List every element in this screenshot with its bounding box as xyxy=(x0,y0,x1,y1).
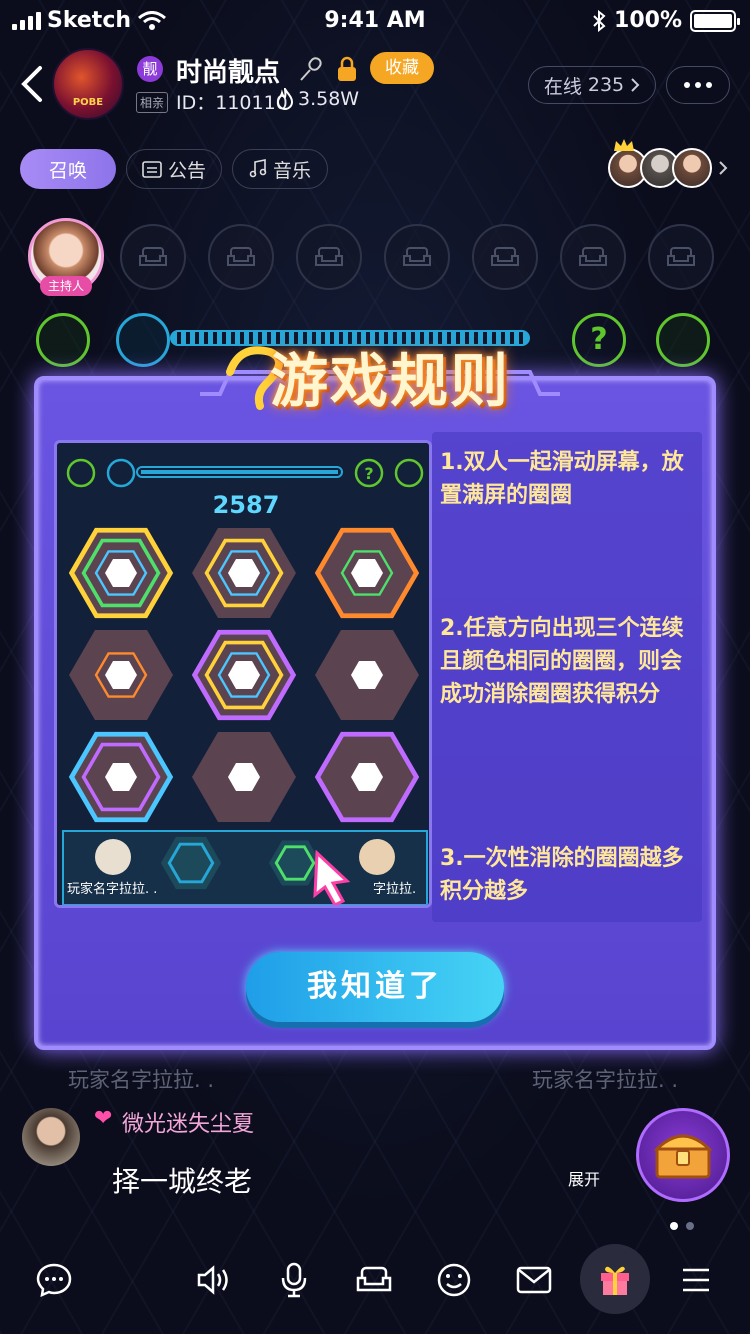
room-avatar[interactable]: POBE xyxy=(52,48,124,120)
speaker-icon[interactable] xyxy=(186,1252,242,1308)
seat-sofa-icon[interactable] xyxy=(346,1252,402,1308)
rule-2: 2.任意方向出现三个连续且颜色相同的圈圈，则会成功消除圈圈获得积分 xyxy=(440,616,684,707)
room-title: 时尚靓点 xyxy=(176,58,281,88)
xiangqin-tag: 相亲 xyxy=(136,92,169,113)
game-preview: ? 2587 玩家名字拉拉. . 字拉拉. xyxy=(54,440,432,908)
mic-seat[interactable] xyxy=(120,224,186,290)
microphone-icon xyxy=(300,57,322,81)
notice-label: 公告 xyxy=(167,159,206,182)
back-icon[interactable] xyxy=(18,64,46,104)
rule-1: 1.双人一起滑动屏幕，放置满屏的圈圈 xyxy=(440,450,684,508)
sofa-icon xyxy=(227,247,255,266)
audience-avatars[interactable] xyxy=(606,139,736,192)
preview-player-left: 玩家名字拉拉. . xyxy=(67,881,157,897)
notice-icon xyxy=(142,161,162,178)
online-count: 235 xyxy=(587,74,625,96)
chat-username[interactable]: 微光迷失尘夏 xyxy=(122,1106,254,1138)
sofa-icon xyxy=(491,247,519,266)
favorite-button[interactable]: 收藏 xyxy=(370,52,434,84)
chevron-right-icon xyxy=(719,161,728,175)
host-tag: 主持人 xyxy=(40,276,92,296)
status-bar: Sketch 9:41 AM 100% xyxy=(0,0,750,40)
game-sound-icon[interactable] xyxy=(656,313,710,367)
bluetooth-icon xyxy=(593,9,606,32)
bg-player-name-right: 玩家名字拉拉. . xyxy=(532,1068,679,1092)
mic-seat[interactable] xyxy=(560,224,626,290)
mic-seat[interactable] xyxy=(208,224,274,290)
crown-icon xyxy=(614,139,634,151)
sofa-icon xyxy=(403,247,431,266)
notice-button[interactable]: 公告 xyxy=(126,149,222,189)
page-indicator xyxy=(670,1222,694,1230)
treasure-chest-icon[interactable] xyxy=(636,1108,730,1202)
expand-button[interactable]: 展开 xyxy=(568,1166,600,1190)
music-note-icon xyxy=(249,159,267,178)
preview-player-right: 字拉拉. xyxy=(373,882,416,897)
game-timer-icon xyxy=(116,313,170,367)
summon-label: 召唤 xyxy=(48,159,87,182)
mic-seat[interactable] xyxy=(384,224,450,290)
lock-icon xyxy=(338,56,356,81)
preview-score: 2587 xyxy=(213,491,280,519)
battery-percent: 100% xyxy=(614,8,682,33)
game-help-icon[interactable]: ? xyxy=(572,313,626,367)
music-label: 音乐 xyxy=(272,159,311,182)
preview-board: ? 2587 玩家名字拉拉. . 字拉拉. xyxy=(57,443,429,905)
battery-icon xyxy=(690,9,740,32)
sofa-icon xyxy=(315,247,343,266)
rule-3: 3.一次性消除的圈圈越多积分越多 xyxy=(440,846,684,904)
modal-title: 游戏规则 xyxy=(270,347,511,415)
online-count-button[interactable]: 在线 235 xyxy=(528,66,656,104)
gift-icon xyxy=(601,1266,629,1295)
chat-message: 择一城终老 xyxy=(112,1165,253,1198)
chevron-right-icon xyxy=(631,78,640,92)
fire-icon xyxy=(276,88,294,110)
microphone-icon[interactable] xyxy=(266,1252,322,1308)
chat-avatar[interactable] xyxy=(22,1108,80,1166)
mic-seat[interactable] xyxy=(472,224,538,290)
sofa-icon xyxy=(139,247,167,266)
gift-button[interactable] xyxy=(580,1244,650,1314)
message-envelope-icon[interactable] xyxy=(506,1252,562,1308)
chat-bubble-icon[interactable] xyxy=(26,1252,82,1308)
mic-seat[interactable] xyxy=(648,224,714,290)
sofa-icon xyxy=(579,247,607,266)
emoji-icon[interactable] xyxy=(426,1252,482,1308)
summon-button[interactable]: 召唤 xyxy=(20,149,116,189)
sofa-icon xyxy=(667,247,695,266)
game-exit-icon[interactable] xyxy=(36,313,90,367)
room-id: ID：110110 xyxy=(176,92,288,114)
got-it-button[interactable]: 我知道了 xyxy=(246,952,504,1022)
svg-text:?: ? xyxy=(364,464,373,483)
heat-value: 3.58W xyxy=(298,88,360,110)
online-label: 在线 xyxy=(543,75,582,98)
room-avatar-text: POBE xyxy=(72,97,104,108)
liang-badge: 靓 xyxy=(137,56,163,82)
music-button[interactable]: 音乐 xyxy=(232,149,328,189)
bg-player-name-left: 玩家名字拉拉. . xyxy=(68,1068,215,1092)
more-button[interactable] xyxy=(666,66,730,104)
audience-avatar xyxy=(672,148,712,188)
heart-icon: ❤ xyxy=(94,1106,113,1131)
mic-seat[interactable] xyxy=(296,224,362,290)
modal-title-banner: 游戏规则 xyxy=(200,330,560,420)
menu-icon[interactable] xyxy=(668,1252,724,1308)
